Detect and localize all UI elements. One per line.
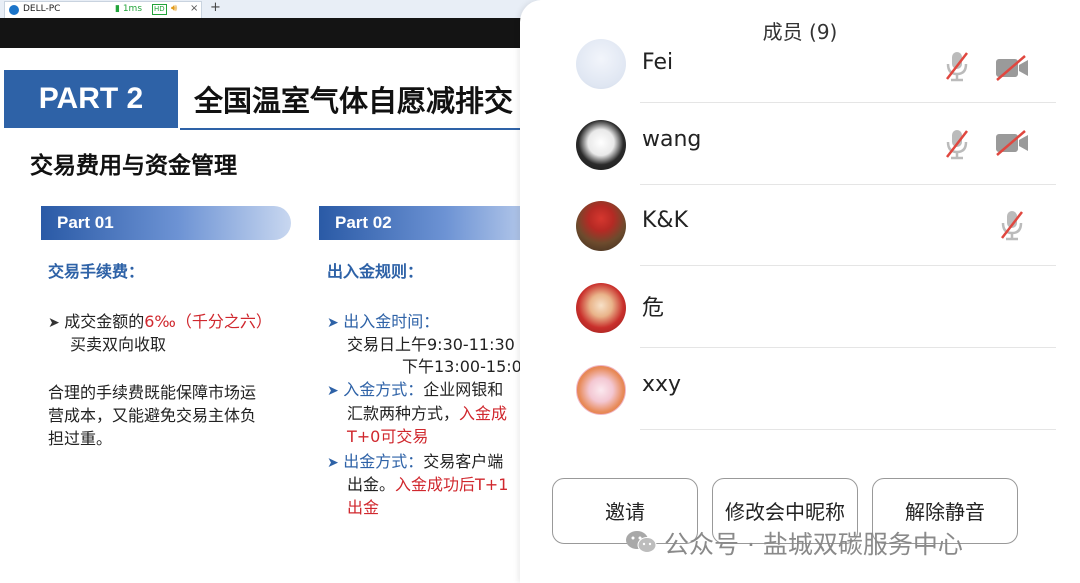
bullet-arrow-icon: ➤ bbox=[48, 315, 65, 331]
title-underline bbox=[180, 128, 540, 130]
part02-withdraw-line3: 出金 bbox=[347, 498, 380, 517]
member-name: K&K bbox=[642, 208, 689, 233]
member-name: xxy bbox=[642, 372, 682, 397]
new-tab-icon[interactable]: + bbox=[210, 0, 221, 15]
slide-subtitle: 交易费用与资金管理 bbox=[30, 153, 237, 179]
part01-bullet-line2: 买卖双向收取 bbox=[70, 335, 167, 354]
row-divider bbox=[640, 347, 1056, 348]
member-row[interactable]: xxy bbox=[520, 350, 1080, 430]
part02-time-line2: 下午13:00-15:00 bbox=[402, 357, 532, 376]
row-divider bbox=[640, 102, 1056, 103]
part02-deposit-bullet: ➤ 入金方式：企业网银和 bbox=[327, 380, 504, 399]
part02-withdraw-line2: 出金。入金成功后T+1 bbox=[347, 475, 509, 494]
mic-muted-icon[interactable] bbox=[944, 127, 970, 161]
browser-tab-bar: DELL-PC ▮ 1ms HD 🔊︎ × + bbox=[0, 0, 540, 19]
part01-para-line1: 合理的手续费既能保障市场运 bbox=[48, 383, 257, 402]
avatar bbox=[576, 365, 626, 415]
member-name: wang bbox=[642, 127, 702, 152]
camera-off-icon[interactable] bbox=[994, 54, 1030, 82]
bullet-arrow-icon: ➤ bbox=[327, 315, 344, 331]
mic-muted-icon[interactable] bbox=[944, 49, 970, 83]
part02-withdraw-bullet: ➤ 出金方式：交易客户端 bbox=[327, 452, 504, 471]
avatar bbox=[576, 39, 626, 89]
members-panel: 成员 (9) Fei wang K&K 危 xxy 邀请 修改会中昵称 解除静音 bbox=[520, 0, 1080, 583]
part01-para-line2: 营成本，又能避免交易主体负 bbox=[48, 406, 257, 425]
tab-title: DELL-PC bbox=[23, 4, 61, 14]
screen-share-topbar bbox=[0, 18, 540, 48]
signal-bars-icon: ▮ bbox=[115, 4, 123, 14]
close-tab-icon[interactable]: × bbox=[190, 3, 198, 14]
member-row[interactable]: K&K bbox=[520, 186, 1080, 266]
row-divider bbox=[640, 429, 1056, 430]
part02-deposit-line2: 汇款两种方式，入金成 bbox=[347, 404, 508, 423]
speaker-icon[interactable]: 🔊︎ bbox=[171, 3, 177, 14]
bullet-arrow-icon: ➤ bbox=[327, 455, 344, 471]
avatar bbox=[576, 120, 626, 170]
avatar bbox=[576, 283, 626, 333]
member-row[interactable]: Fei bbox=[520, 23, 1080, 103]
hd-badge: HD bbox=[152, 4, 167, 15]
camera-off-icon[interactable] bbox=[994, 129, 1030, 157]
part02-heading: 出入金规则： bbox=[327, 262, 424, 281]
row-divider bbox=[640, 265, 1056, 266]
part02-deposit-line3: T+0可交易 bbox=[347, 427, 429, 446]
signal-latency: ▮ 1ms bbox=[115, 4, 143, 14]
member-name: 危 bbox=[642, 296, 665, 321]
app-logo-icon bbox=[9, 5, 19, 15]
part02-time-line1: 交易日上午9:30-11:30 bbox=[347, 335, 515, 354]
part-label: PART 2 bbox=[4, 70, 178, 128]
part01-banner: Part 01 bbox=[41, 206, 291, 240]
part01-heading: 交易手续费： bbox=[48, 262, 145, 281]
part01-bullet: ➤ 成交金额的6‰（千分之六） bbox=[48, 312, 272, 331]
wechat-icon bbox=[626, 531, 657, 553]
member-row[interactable]: 危 bbox=[520, 268, 1080, 348]
watermark: 公众号 · 盐城双碳服务中心 bbox=[626, 525, 963, 561]
mic-muted-icon[interactable] bbox=[999, 208, 1025, 242]
row-divider bbox=[640, 184, 1056, 185]
member-row[interactable]: wang bbox=[520, 105, 1080, 185]
part01-para-line3: 担过重。 bbox=[48, 429, 113, 448]
part02-time-bullet: ➤ 出入金时间： bbox=[327, 312, 440, 331]
shared-slide: PART 2 全国温室气体自愿减排交 交易费用与资金管理 Part 01 Par… bbox=[4, 48, 540, 583]
watermark-text: 公众号 · 盐城双碳服务中心 bbox=[664, 530, 963, 559]
avatar bbox=[576, 201, 626, 251]
part02-banner: Part 02 bbox=[319, 206, 540, 240]
slide-title: 全国温室气体自愿减排交 bbox=[194, 84, 514, 118]
browser-tab[interactable]: DELL-PC ▮ 1ms HD 🔊︎ × bbox=[4, 1, 202, 18]
member-name: Fei bbox=[642, 50, 674, 75]
bullet-arrow-icon: ➤ bbox=[327, 383, 344, 399]
